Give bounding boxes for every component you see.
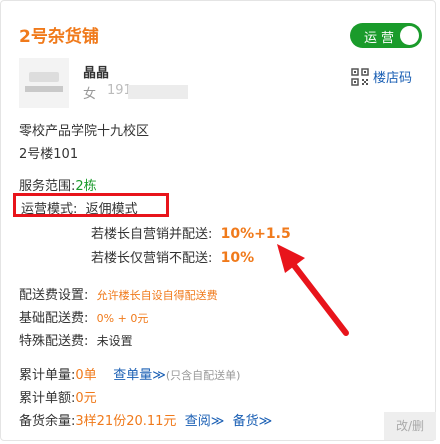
stock-remaining: 备货余量:3样21份20.11元 查阅≫ 备货≫ [19, 410, 272, 429]
base-delivery-fee-label: 基础配送费: [19, 311, 89, 326]
base-delivery-fee: 基础配送费: 0% + 0元 [19, 307, 148, 326]
delivery-fee-setting: 配送费设置: 允许楼长自设自得配送费 [19, 284, 218, 303]
stock-remaining-value: 3样21份20.11元 [75, 414, 177, 429]
shop-card: 2号杂货铺 运营 晶晶 女 191 楼店码 零校产品学院十九校区 2号楼101 … [0, 0, 436, 441]
total-orders-note: (只含自配送单) [165, 369, 241, 382]
edit-delete-button[interactable]: 改/删 [384, 412, 436, 440]
delivery-fee-setting-label: 配送费设置: [19, 288, 89, 303]
restock-link[interactable]: 备货≫ [233, 414, 273, 429]
special-delivery-fee-label: 特殊配送费: [19, 334, 89, 349]
delivery-fee-setting-value: 允许楼长自设自得配送费 [96, 289, 218, 302]
total-amount-label: 累计单额: [19, 391, 76, 406]
stock-remaining-label: 备货余量: [19, 414, 76, 429]
base-delivery-fee-value: 0% + 0元 [96, 312, 149, 325]
total-amount: 累计单额:0元 [19, 387, 97, 406]
total-orders: 累计单量:0单 查单量≫(只含自配送单) [19, 364, 240, 383]
total-amount-value: 0元 [75, 391, 97, 406]
view-stock-link[interactable]: 查阅≫ [185, 414, 225, 429]
view-orders-link[interactable]: 查单量≫ [113, 368, 166, 383]
special-delivery-fee: 特殊配送费: 未设置 [19, 330, 133, 349]
total-orders-label: 累计单量: [19, 368, 76, 383]
total-orders-value: 0单 [75, 368, 97, 383]
special-delivery-fee-value: 未设置 [96, 334, 133, 348]
